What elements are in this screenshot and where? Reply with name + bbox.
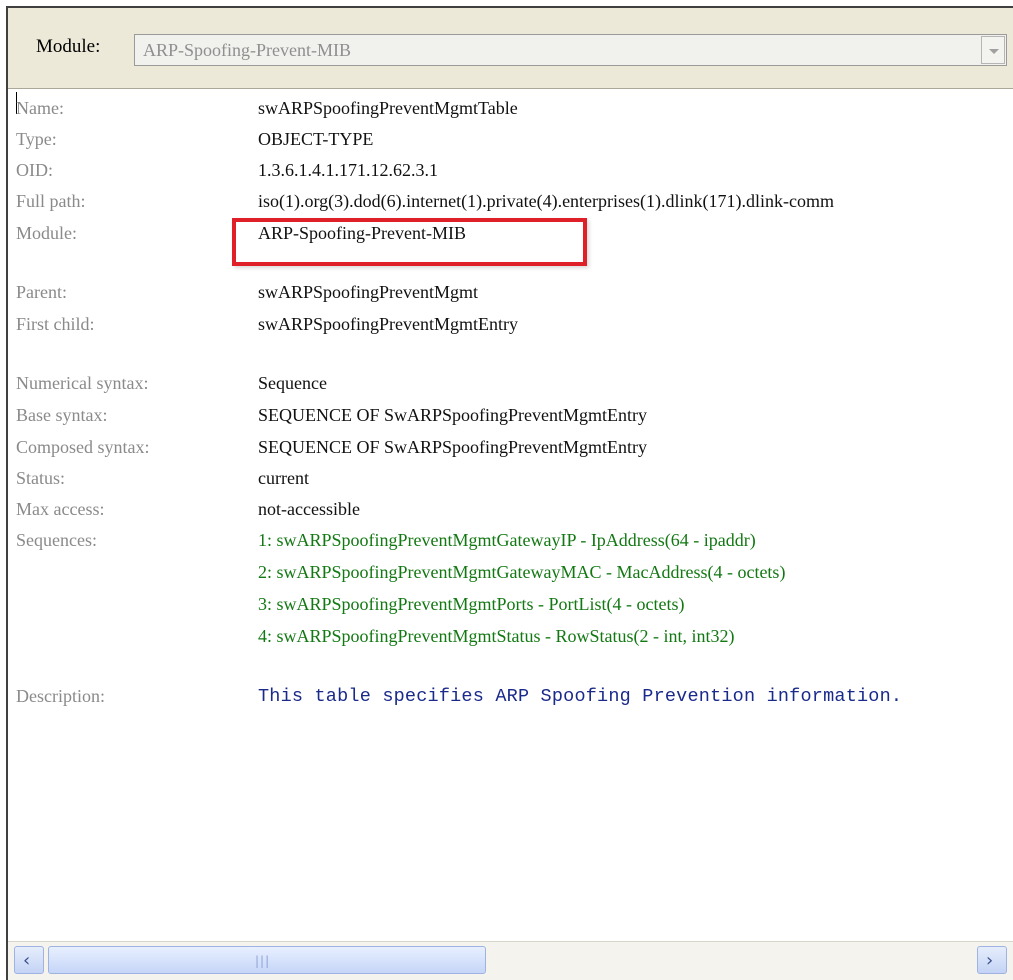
detail-value: swARPSpoofingPreventMgmtEntry bbox=[258, 314, 519, 334]
detail-label: OID: bbox=[16, 160, 53, 180]
detail-label: Status: bbox=[16, 468, 66, 488]
sequence-item: 2: swARPSpoofingPreventMgmtGatewayMAC - … bbox=[258, 562, 786, 582]
detail-label: Module: bbox=[16, 223, 77, 243]
detail-value: OBJECT-TYPE bbox=[258, 129, 374, 149]
detail-label: Composed syntax: bbox=[16, 437, 150, 457]
detail-value: current bbox=[258, 468, 309, 488]
detail-label: Type: bbox=[16, 129, 57, 149]
detail-value: swARPSpoofingPreventMgmtTable bbox=[258, 98, 518, 118]
detail-row-parent: Parent: swARPSpoofingPreventMgmt bbox=[8, 282, 1013, 312]
scroll-left-button[interactable]: ‹ bbox=[14, 946, 44, 974]
module-toolbar: Module: ARP-Spoofing-Prevent-MIB bbox=[8, 8, 1013, 89]
grip-icon: ||| bbox=[255, 954, 271, 968]
detail-value: Sequence bbox=[258, 373, 327, 393]
detail-row-name: Name: swARPSpoofingPreventMgmtTable bbox=[8, 98, 1013, 128]
module-select-label: Module: bbox=[36, 36, 101, 57]
module-select-value: ARP-Spoofing-Prevent-MIB bbox=[143, 40, 351, 60]
detail-value: iso(1).org(3).dod(6).internet(1).private… bbox=[258, 191, 834, 211]
mib-details-window: Module: ARP-Spoofing-Prevent-MIB Name: s… bbox=[6, 6, 1013, 980]
detail-label: Sequences: bbox=[16, 530, 97, 550]
detail-value: SEQUENCE OF SwARPSpoofingPreventMgmtEntr… bbox=[258, 437, 648, 457]
detail-row-max-access: Max access: not-accessible bbox=[8, 499, 1013, 529]
scrollbar-thumb[interactable]: ||| bbox=[48, 946, 486, 974]
detail-label: Numerical syntax: bbox=[16, 373, 149, 393]
detail-row-type: Type: OBJECT-TYPE bbox=[8, 129, 1013, 159]
detail-label: Base syntax: bbox=[16, 405, 108, 425]
horizontal-scrollbar[interactable]: ‹ ||| › bbox=[8, 941, 1013, 980]
detail-row-composed-syntax: Composed syntax: SEQUENCE OF SwARPSpoofi… bbox=[8, 437, 1013, 467]
detail-label: Name: bbox=[16, 98, 64, 118]
detail-value: not-accessible bbox=[258, 499, 360, 519]
sequence-item: 4: swARPSpoofingPreventMgmtStatus - RowS… bbox=[258, 626, 735, 646]
module-select[interactable]: ARP-Spoofing-Prevent-MIB bbox=[134, 34, 1007, 66]
scroll-right-button[interactable]: › bbox=[977, 946, 1007, 974]
detail-label: Full path: bbox=[16, 191, 86, 211]
detail-row-description: Description: This table specifies ARP Sp… bbox=[8, 686, 1013, 716]
detail-row-numerical-syntax: Numerical syntax: Sequence bbox=[8, 373, 1013, 403]
detail-label: Parent: bbox=[16, 282, 67, 302]
highlight-box bbox=[232, 218, 587, 266]
chevron-left-icon: ‹ bbox=[23, 950, 31, 971]
chevron-right-icon: › bbox=[986, 950, 994, 971]
detail-value: swARPSpoofingPreventMgmt bbox=[258, 282, 479, 302]
detail-label: First child: bbox=[16, 314, 95, 334]
detail-row-oid: OID: 1.3.6.1.4.1.171.12.62.3.1 bbox=[8, 160, 1013, 190]
detail-row-first-child: First child: swARPSpoofingPreventMgmtEnt… bbox=[8, 314, 1013, 344]
detail-row-status: Status: current bbox=[8, 468, 1013, 498]
details-panel: Name: swARPSpoofingPreventMgmtTable Type… bbox=[8, 88, 1013, 942]
sequence-item: 1: swARPSpoofingPreventMgmtGatewayIP - I… bbox=[258, 530, 756, 550]
detail-row-fullpath: Full path: iso(1).org(3).dod(6).internet… bbox=[8, 191, 1013, 221]
detail-value: This table specifies ARP Spoofing Preven… bbox=[258, 686, 903, 707]
detail-label: Description: bbox=[16, 686, 105, 706]
detail-value: 1.3.6.1.4.1.171.12.62.3.1 bbox=[258, 160, 438, 180]
sequence-item: 3: swARPSpoofingPreventMgmtPorts - PortL… bbox=[258, 594, 685, 614]
detail-row-base-syntax: Base syntax: SEQUENCE OF SwARPSpoofingPr… bbox=[8, 405, 1013, 435]
detail-label: Max access: bbox=[16, 499, 105, 519]
chevron-down-icon[interactable] bbox=[981, 36, 1005, 64]
detail-value: SEQUENCE OF SwARPSpoofingPreventMgmtEntr… bbox=[258, 405, 648, 425]
